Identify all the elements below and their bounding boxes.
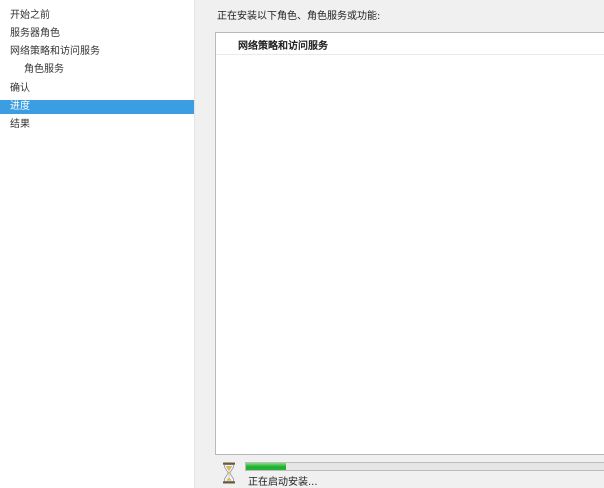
- step-server-roles[interactable]: 服务器角色: [0, 27, 194, 41]
- installing-items-list[interactable]: 网络策略和访问服务: [215, 32, 604, 455]
- step-network-policy-access-services[interactable]: 网络策略和访问服务: [0, 45, 194, 59]
- wizard-steps-sidebar: 开始之前 服务器角色 网络策略和访问服务 角色服务 确认 进度 结果: [0, 0, 194, 488]
- progress-status-text: 正在启动安装...: [248, 477, 318, 488]
- step-confirmation[interactable]: 确认: [0, 82, 194, 96]
- progress-bar-fill: [246, 463, 287, 470]
- step-role-services[interactable]: 角色服务: [0, 63, 194, 77]
- install-progress-bar: [245, 462, 604, 471]
- step-progress[interactable]: 进度: [0, 100, 194, 114]
- step-results[interactable]: 结果: [0, 118, 194, 132]
- page-heading: 正在安装以下角色、角色服务或功能:: [217, 11, 381, 22]
- list-item: 网络策略和访问服务: [216, 38, 604, 55]
- hourglass-icon: [223, 462, 235, 484]
- wizard-window: 开始之前 服务器角色 网络策略和访问服务 角色服务 确认 进度 结果 正在安装以…: [0, 0, 604, 488]
- step-before-you-begin[interactable]: 开始之前: [0, 9, 194, 23]
- progress-page: 正在安装以下角色、角色服务或功能: 网络策略和访问服务 正在启动安装...: [195, 0, 604, 488]
